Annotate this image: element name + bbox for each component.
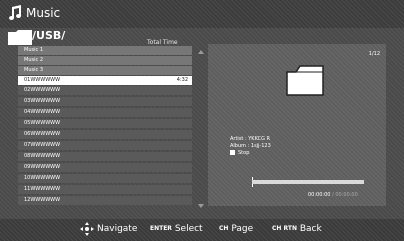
list-item[interactable]: 02WWWWWW: [18, 86, 192, 95]
list-item[interactable]: 12WWWWWW: [18, 196, 192, 205]
folder-icon: [8, 30, 32, 45]
hint-page: CH Page: [219, 224, 254, 234]
list-item[interactable]: 01WWWWWW 4:32: [18, 76, 192, 85]
list-item[interactable]: 03WWWWWW: [18, 97, 192, 106]
hint-back: CH RTN Back: [272, 224, 322, 234]
breadcrumb-path: /USB/: [32, 29, 66, 42]
file-list: Music 1 Music 2 Music 3 01WWWWWW 4:32 02W…: [18, 44, 192, 207]
ch-rtn-key-label: CH RTN: [272, 225, 297, 232]
elapsed-time: 00:00:00: [308, 192, 331, 198]
navigate-dpad-icon: [80, 222, 94, 236]
list-item[interactable]: Music 3: [18, 66, 192, 75]
stop-icon: [230, 150, 235, 155]
track-metadata: Artist : YKKCG R Album : 1sjj-123 Stop: [230, 136, 271, 157]
list-item[interactable]: Music 1: [18, 46, 192, 55]
total-time: / 00:00:00: [332, 192, 358, 198]
album-text: Album : 1sjj-123: [230, 143, 271, 149]
list-scrollbar[interactable]: [198, 50, 204, 210]
enter-key-label: ENTER: [150, 225, 172, 232]
list-item[interactable]: 10WWWWWW: [18, 174, 192, 183]
item-counter: 1/12: [368, 51, 380, 57]
list-item[interactable]: 06WWWWWW: [18, 130, 192, 139]
progress-bar: [252, 180, 364, 184]
list-item[interactable]: 05WWWWWW: [18, 119, 192, 128]
list-item[interactable]: 08WWWWWW: [18, 152, 192, 161]
artist-text: Artist : YKKCG R: [230, 136, 271, 142]
music-note-icon: [9, 5, 21, 20]
list-item[interactable]: 04WWWWWW: [18, 108, 192, 117]
playback-status: Stop: [230, 150, 271, 157]
list-item[interactable]: 07WWWWWW: [18, 141, 192, 150]
ch-key-label: CH: [219, 225, 229, 232]
list-item[interactable]: Music 2: [18, 56, 192, 65]
app-title: Music: [26, 6, 61, 20]
folder-thumbnail-icon: [286, 65, 324, 96]
timecode: 00:00:00 / 00:00:00: [308, 192, 358, 198]
scroll-up-arrow-icon[interactable]: [198, 50, 204, 54]
list-item[interactable]: 11WWWWWW: [18, 185, 192, 194]
top-bar: [0, 0, 404, 28]
hint-navigate: Navigate: [97, 224, 138, 234]
hint-select: ENTER Select: [150, 224, 203, 234]
music-player-screen: Music /USB/ Total Time Music 1 Music 2 M…: [0, 0, 404, 241]
preview-panel: 1/12 Artist : YKKCG R Album : 1sjj-123 S…: [208, 44, 386, 206]
list-item[interactable]: 09WWWWWW: [18, 163, 192, 172]
scroll-down-arrow-icon[interactable]: [198, 204, 204, 208]
